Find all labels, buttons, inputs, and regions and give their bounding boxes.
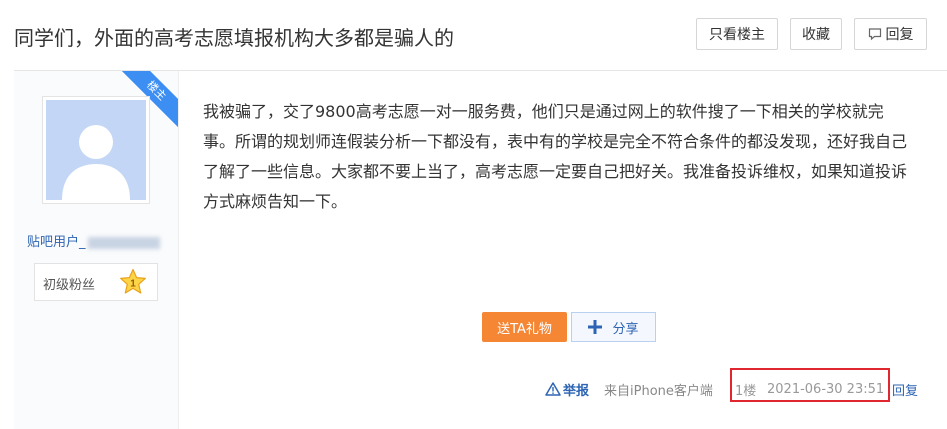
share-button[interactable]: 分享 [571,312,656,342]
plus-icon [588,320,603,334]
thread-title: 同学们，外面的高考志愿填报机构大多都是骗人的 [14,26,454,50]
reply-link[interactable]: 回复 [892,379,918,399]
level-star-icon: 1 [120,268,146,294]
author-name-text: 贴吧用户_ [27,235,86,250]
client-source: 来自iPhone客户端 [604,383,713,399]
level-number: 1 [130,279,136,290]
post-floor-1: 楼主 贴吧用户_ 初级粉丝 1 我被骗了，交了9800高考志愿一对一服务费，他们… [14,70,947,429]
reply-button-label: 回复 [885,27,914,43]
author-sidebar: 楼主 贴吧用户_ 初级粉丝 1 [14,71,179,429]
report-link[interactable]: 举报 [545,379,589,399]
warning-icon [545,382,561,396]
avatar[interactable] [42,96,150,204]
floor-number: 1楼 [735,383,757,399]
send-gift-button[interactable]: 送TA礼物 [482,312,567,342]
fan-level-badge[interactable]: 初级粉丝 1 [34,263,158,301]
post-time: 2021-06-30 23:51 [767,381,885,397]
report-label: 举报 [563,383,590,399]
collect-button[interactable]: 收藏 [790,18,842,50]
author-name[interactable]: 贴吧用户_ [27,231,160,250]
level-name: 初级粉丝 [43,278,96,293]
thread-header: 同学们，外面的高考志愿填报机构大多都是骗人的 只看楼主 收藏 回复 [0,0,947,70]
reply-button[interactable]: 回复 [854,18,927,50]
post-content: 我被骗了，交了9800高考志愿一对一服务费，他们只是通过网上的软件搜了一下相关的… [203,102,908,211]
blurred-username [87,236,160,249]
share-label: 分享 [612,321,639,337]
default-avatar-icon [46,100,146,200]
comment-icon [868,28,881,41]
only-op-button[interactable]: 只看楼主 [696,18,778,50]
